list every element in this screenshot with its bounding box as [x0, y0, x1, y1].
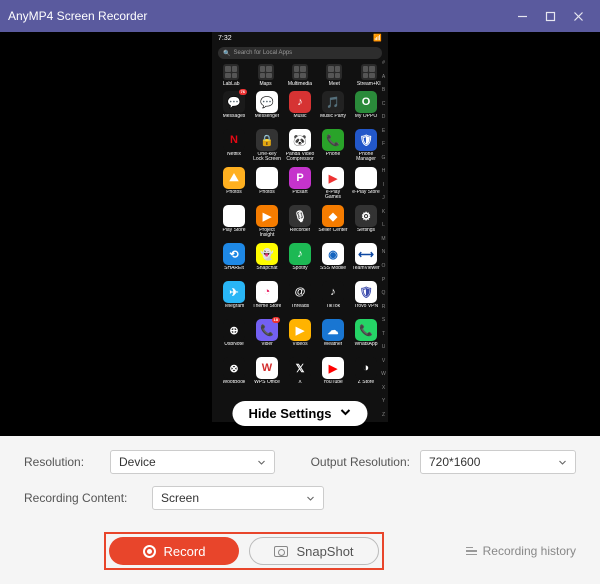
- phone-app: ♪TikTok: [318, 281, 348, 317]
- phone-folder-row: LabLabMapsMultimediaMeetStream+KI: [212, 62, 388, 91]
- chevron-down-icon: [558, 458, 567, 467]
- chevron-down-icon: [306, 494, 315, 503]
- phone-app: 📞18Viber: [252, 319, 282, 355]
- phone-app: 💬Messenger: [252, 91, 282, 127]
- phone-app: 🎙Recorder: [285, 205, 315, 241]
- preview-area: 7:32 📶 🔍 Search for Local Apps LabLabMap…: [0, 32, 600, 436]
- phone-app: WWPS Office: [252, 357, 282, 393]
- phone-app: 🛡Trovo VPN: [351, 281, 381, 317]
- phone-app: 📞Phone: [318, 129, 348, 165]
- phone-alpha-index: #ABCDEFGHIJKLMNOPQRSTUVWXYZ: [380, 60, 387, 418]
- recording-content-label: Recording Content:: [24, 491, 142, 505]
- phone-screen: 7:32 📶 🔍 Search for Local Apps LabLabMap…: [212, 32, 388, 422]
- hide-settings-button[interactable]: Hide Settings: [232, 401, 367, 426]
- resolution-select[interactable]: Device: [110, 450, 275, 474]
- phone-app: NNetflix: [219, 129, 249, 165]
- chevron-down-icon: [257, 458, 266, 467]
- phone-app: ✦Photos: [252, 167, 282, 203]
- phone-app-grid: 💬76Messages💬Messenger♪Music🎵Music PartyO…: [212, 91, 388, 393]
- phone-app: 🎵Music Party: [318, 91, 348, 127]
- phone-app: ✈Telegram: [219, 281, 249, 317]
- phone-app: ⟷TeamViewer: [351, 243, 381, 279]
- action-bar: Record SnapShot Recording history: [0, 532, 600, 584]
- phone-app: ◆Seller Center: [318, 205, 348, 241]
- settings-panel: Resolution: Device Output Resolution: 72…: [0, 436, 600, 532]
- output-resolution-value: 720*1600: [429, 455, 480, 469]
- recording-history-label: Recording history: [483, 544, 576, 558]
- phone-app: ▶Play Store: [219, 205, 249, 241]
- record-label: Record: [164, 544, 206, 559]
- output-resolution-select[interactable]: 720*1600: [420, 450, 576, 474]
- phone-folder: Meet: [319, 64, 349, 87]
- phone-status-bar: 7:32 📶: [212, 32, 388, 44]
- app-title: AnyMP4 Screen Recorder: [8, 9, 508, 23]
- phone-app: ⚙Settings: [351, 205, 381, 241]
- chevron-down-icon: [340, 406, 352, 421]
- phone-app: ▶Videos: [285, 319, 315, 355]
- phone-app: 💬76Messages: [219, 91, 249, 127]
- phone-app: OMy OPPO: [351, 91, 381, 127]
- phone-app: ◉SSS Mobile: [318, 243, 348, 279]
- action-highlight: Record SnapShot: [104, 532, 384, 570]
- phone-app: 👻Snapchat: [252, 243, 282, 279]
- phone-app: 𝕏X: [285, 357, 315, 393]
- phone-app: ⊕UsbNote: [219, 319, 249, 355]
- phone-app: ♪Spotify: [285, 243, 315, 279]
- snapshot-label: SnapShot: [296, 544, 353, 559]
- search-placeholder: Search for Local Apps: [233, 50, 292, 56]
- titlebar: AnyMP4 Screen Recorder: [0, 0, 600, 32]
- phone-folder: Multimedia: [285, 64, 315, 87]
- camera-icon: [274, 546, 288, 557]
- phone-app: ⟲SHAREit: [219, 243, 249, 279]
- phone-app: PPicsart: [285, 167, 315, 203]
- phone-app: 📞WhatsApp: [351, 319, 381, 355]
- list-icon: [466, 547, 477, 555]
- phone-app: ♪Music: [285, 91, 315, 127]
- snapshot-button[interactable]: SnapShot: [249, 537, 379, 565]
- maximize-button[interactable]: [536, 2, 564, 30]
- phone-app: 🛡Phone Manager: [351, 129, 381, 165]
- phone-app: 🐼Panda Video Compressor: [285, 129, 315, 165]
- phone-app: ▶e-Play Games: [318, 167, 348, 203]
- phone-app: 🔒One-key Lock Screen: [252, 129, 282, 165]
- recording-history-link[interactable]: Recording history: [466, 544, 576, 558]
- phone-app: ☁Weather: [318, 319, 348, 355]
- record-button[interactable]: Record: [109, 537, 239, 565]
- resolution-value: Device: [119, 455, 156, 469]
- phone-time: 7:32: [218, 35, 232, 42]
- hide-settings-label: Hide Settings: [248, 406, 331, 421]
- search-icon: 🔍: [223, 50, 230, 57]
- phone-app: ◔Theme Store: [252, 281, 282, 317]
- close-button[interactable]: [564, 2, 592, 30]
- phone-search-bar: 🔍 Search for Local Apps: [218, 47, 382, 59]
- phone-folder: LabLab: [216, 64, 246, 87]
- phone-app: @Threads: [285, 281, 315, 317]
- phone-app: ▶e-Play Store: [351, 167, 381, 203]
- phone-app: ▶YouTube: [318, 357, 348, 393]
- phone-app: ⊗WootBook: [219, 357, 249, 393]
- phone-app: ⛰Photos: [219, 167, 249, 203]
- minimize-button[interactable]: [508, 2, 536, 30]
- resolution-label: Resolution:: [24, 455, 100, 469]
- wifi-icon: 📶: [373, 34, 382, 42]
- record-icon: [143, 545, 156, 558]
- phone-app: ◑Z Store: [351, 357, 381, 393]
- phone-app: ▶Project Insight: [252, 205, 282, 241]
- phone-folder: Maps: [251, 64, 281, 87]
- output-resolution-label: Output Resolution:: [311, 455, 410, 469]
- recording-content-select[interactable]: Screen: [152, 486, 324, 510]
- recording-content-value: Screen: [161, 491, 199, 505]
